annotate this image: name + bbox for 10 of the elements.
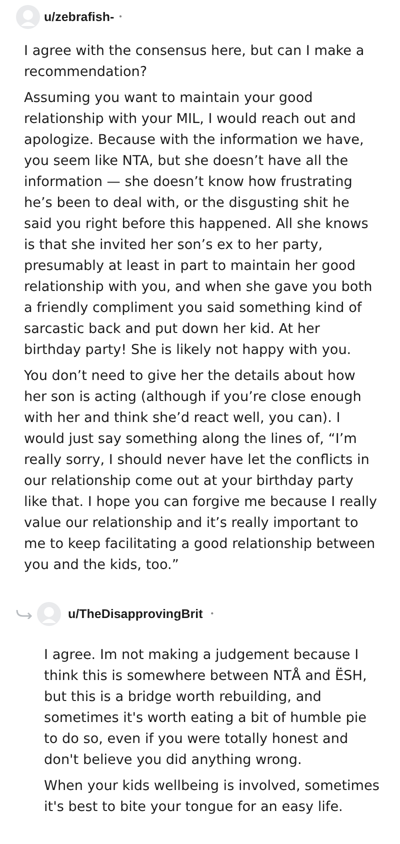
username[interactable]: u/TheDisapprovingBrit (68, 604, 203, 624)
username[interactable]: u/zebrafish- (44, 8, 114, 26)
comment-paragraph: You don’t need to give her the details about how her son is acting (although if you’re close enough with her and think she’d react well, you can). I would just say something along the lines of, “I’m really sorry, I should never have let the conflicts in our relationship come out at your birthday party like that. I hope you can forgive me because I really value our relationship and it’s really important to me to keep facilitating a good relationship between you and the kids, too.” (24, 367, 378, 575)
comment-paragraph: Assuming you want to maintain your good relationship with your MIL, I would reach out and apologize. Because with the information we have, you seem like NTA, but she doesn’t have all the information — she doesn’t know how frustrating he’s been to deal with, or the disgusting shit he said you right before this happened. All she knows is that she invited her son’s ex to her party, presumably at least in part to maintain her good relationship with you, and when she gave you both a friendly compliment you said something kind of sarcastic back and put down her kid. At her birthday party! She is likely not happy with you. (24, 89, 374, 360)
separator-dot: • (119, 11, 122, 23)
reply-arrow-icon (16, 609, 34, 619)
comment-paragraph: I agree. Im not making a judgement because I think this is somewhere between NTÅ and ËSH, but this is a bridge worth rebuilding, and sometimes it's worth eating a bit of humble pie to do so, even if you were totally honest and don't believe you did anything wrong. (44, 646, 368, 770)
comment-paragraph: I agree with the consensus here, but can I make a recommendation? (24, 42, 366, 82)
comment-paragraph: When your kids wellbeing is involved, sometimes it's best to bite your tongue for an easy life. (44, 777, 380, 817)
separator-dot: • (210, 608, 214, 620)
